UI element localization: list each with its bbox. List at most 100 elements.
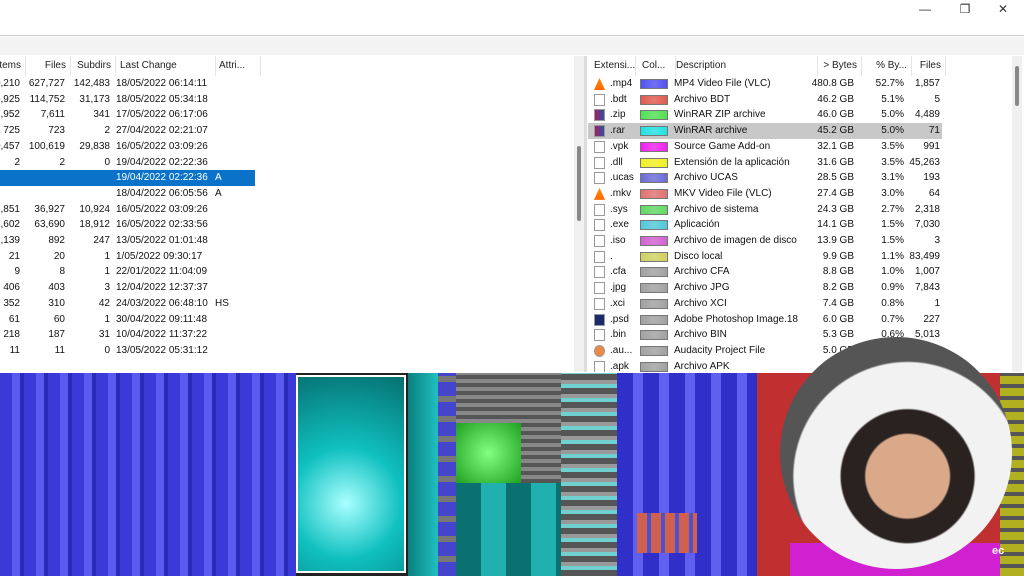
- cell: 16/05/2022 03:09:26: [116, 203, 208, 215]
- cell: 100,619: [28, 140, 65, 152]
- cell-desc: Archivo APK: [674, 360, 730, 372]
- cell: 18/05/2022 05:34:18: [116, 93, 208, 105]
- list-item[interactable]: .sys Archivo de sistema 24.3 GB 2.7% 2,318: [588, 202, 942, 218]
- color-swatch: [640, 110, 668, 121]
- cell-pct: 2.7%: [881, 203, 904, 215]
- list-item[interactable]: .ucas Archivo UCAS 28.5 GB 3.1% 193: [588, 170, 942, 186]
- column-header[interactable]: Attri...: [215, 56, 261, 76]
- table-row[interactable]: 0,210 627,727 142,483 18/05/2022 06:14:11: [0, 76, 574, 92]
- list-item[interactable]: .mkv MKV Video File (VLC) 27.4 GB 3.0% 64: [588, 186, 942, 202]
- file-icon: [594, 172, 605, 185]
- list-item[interactable]: .dll Extensión de la aplicación 31.6 GB 3.5…: [588, 155, 942, 171]
- table-row[interactable]: 7,952 7,611 341 17/05/2022 06:17:06: [0, 107, 574, 123]
- column-header[interactable]: Last Change: [116, 56, 216, 76]
- list-item[interactable]: .psd Adobe Photoshop Image.18 6.0 GB 0.7% 22…: [588, 312, 942, 328]
- list-item[interactable]: . Disco local 9.9 GB 1.1% 83,499: [588, 249, 942, 265]
- column-header[interactable]: Col...: [638, 56, 676, 76]
- table-row[interactable]: 21 20 1 1/05/2022 09:30:17: [0, 249, 574, 265]
- list-item[interactable]: .cfa Archivo CFA 8.8 GB 1.0% 1,007: [588, 264, 942, 280]
- table-row[interactable]: 2,602 63,690 18,912 16/05/2022 02:33:56: [0, 217, 574, 233]
- list-item[interactable]: .jpg Archivo JPG 8.2 GB 0.9% 7,843: [588, 280, 942, 296]
- webcam-overlay: [780, 337, 1012, 569]
- cell: 36,927: [34, 203, 65, 215]
- directory-list[interactable]: ItemsFilesSubdirsLast ChangeAttri...0,21…: [0, 56, 574, 372]
- list-item[interactable]: .rar WinRAR archive 45.2 GB 5.0% 71: [588, 123, 942, 139]
- cell-pct: 3.0%: [881, 187, 904, 199]
- cell-files: 64: [928, 187, 940, 199]
- table-row[interactable]: 218 187 31 10/04/2022 11:37:22: [0, 327, 574, 343]
- table-row[interactable]: 18/04/2022 06:05:56 A: [0, 186, 574, 202]
- cell: 18,912: [79, 219, 110, 231]
- column-header[interactable]: Subdirs: [70, 56, 116, 76]
- cell-bytes: 5.3 GB: [822, 329, 854, 341]
- cell-desc: Archivo de sistema: [674, 203, 759, 215]
- color-swatch: [640, 314, 668, 325]
- extension-list[interactable]: Extensi... Col... Description > Bytes% By..…: [588, 56, 1010, 372]
- list-item[interactable]: .xci Archivo XCI 7.4 GB 0.8% 1: [588, 296, 942, 312]
- file-icon: [594, 297, 605, 310]
- list-item[interactable]: .zip WinRAR ZIP archive 46.0 GB 5.0% 4,489: [588, 107, 942, 123]
- cell-pct: 0.9%: [881, 282, 904, 294]
- cell-ext: .vpk: [610, 140, 629, 152]
- column-header[interactable]: Files: [908, 56, 946, 76]
- table-row[interactable]: 352 310 42 24/03/2022 06:48:10 HS: [0, 296, 574, 312]
- cell: 0: [104, 344, 110, 356]
- color-swatch: [640, 173, 668, 184]
- close-button[interactable]: ✕: [988, 2, 1018, 16]
- directory-scrollbar[interactable]: [574, 56, 584, 372]
- cell: 19/04/2022 02:22:36: [116, 172, 208, 184]
- cell-bytes: 8.8 GB: [822, 266, 854, 278]
- table-row[interactable]: 7,851 36,927 10,924 16/05/2022 03:09:26: [0, 202, 574, 218]
- cell: 31,173: [79, 93, 110, 105]
- winrar-icon: [594, 125, 605, 138]
- audacity-icon: [594, 344, 605, 357]
- cell-ext: .jpg: [610, 282, 627, 294]
- cell-bytes: 46.0 GB: [817, 109, 854, 121]
- cell-pct: 1.1%: [881, 250, 904, 262]
- column-header[interactable]: > Bytes: [814, 56, 862, 76]
- table-row[interactable]: 0,457 100,619 29,838 16/05/2022 03:09:26: [0, 139, 574, 155]
- cell-ext: .exe: [610, 219, 629, 231]
- table-row[interactable]: 406 403 3 12/04/2022 12:37:37: [0, 280, 574, 296]
- table-row[interactable]: 2 2 0 19/04/2022 02:22:36: [0, 155, 574, 171]
- cell: 2: [14, 156, 20, 168]
- cell: 3: [104, 282, 110, 294]
- list-item[interactable]: .vpk Source Game Add-on 32.1 GB 3.5% 991: [588, 139, 942, 155]
- table-row[interactable]: 61 60 1 30/04/2022 09:11:48: [0, 312, 574, 328]
- table-row[interactable]: 11 11 0 13/05/2022 05:31:12: [0, 343, 574, 359]
- extension-scrollbar[interactable]: [1012, 56, 1022, 372]
- column-header[interactable]: Extensi...: [590, 56, 636, 76]
- table-row[interactable]: 725 723 2 27/04/2022 02:21:07: [0, 123, 574, 139]
- maximize-button[interactable]: ❐: [950, 2, 980, 16]
- cell: 341: [93, 109, 110, 121]
- cell: 18/05/2022 06:14:11: [116, 78, 208, 89]
- color-swatch: [640, 298, 668, 309]
- list-item[interactable]: .bdt Archivo BDT 46.2 GB 5.1% 5: [588, 92, 942, 108]
- table-row[interactable]: 6,925 114,752 31,173 18/05/2022 05:34:18: [0, 92, 574, 108]
- splitter[interactable]: [584, 56, 587, 372]
- cell-pct: 3.5%: [881, 140, 904, 152]
- cell: 1,139: [0, 235, 20, 246]
- minimize-button[interactable]: —: [910, 2, 940, 16]
- column-header[interactable]: % By...: [863, 56, 912, 76]
- table-row[interactable]: 19/04/2022 02:22:36 A: [0, 170, 255, 186]
- cell: 30/04/2022 09:11:48: [116, 313, 208, 325]
- cell: 892: [48, 235, 65, 246]
- cell-bytes: 14.1 GB: [817, 219, 854, 231]
- color-swatch: [640, 141, 668, 152]
- list-item[interactable]: .mp4 MP4 Video File (VLC) 480.8 GB 52.7% 1,8…: [588, 76, 942, 92]
- column-header[interactable]: Files: [24, 56, 71, 76]
- list-item[interactable]: .exe Aplicación 14.1 GB 1.5% 7,030: [588, 217, 942, 233]
- cell-ext: .zip: [610, 109, 626, 121]
- table-row[interactable]: 9 8 1 22/01/2022 11:04:09: [0, 264, 574, 280]
- table-row[interactable]: 1,139 892 247 13/05/2022 01:01:48: [0, 233, 574, 249]
- cell-ext: .sys: [610, 203, 628, 215]
- column-header[interactable]: Items: [0, 56, 26, 76]
- cell: 10,924: [79, 203, 110, 215]
- cell: 31: [98, 329, 110, 341]
- file-icon: [594, 360, 605, 372]
- column-header[interactable]: Description: [672, 56, 818, 76]
- cell-bytes: 13.9 GB: [817, 235, 854, 246]
- list-item[interactable]: .iso Archivo de imagen de disco 13.9 GB 1.5…: [588, 233, 942, 249]
- color-swatch: [640, 267, 668, 278]
